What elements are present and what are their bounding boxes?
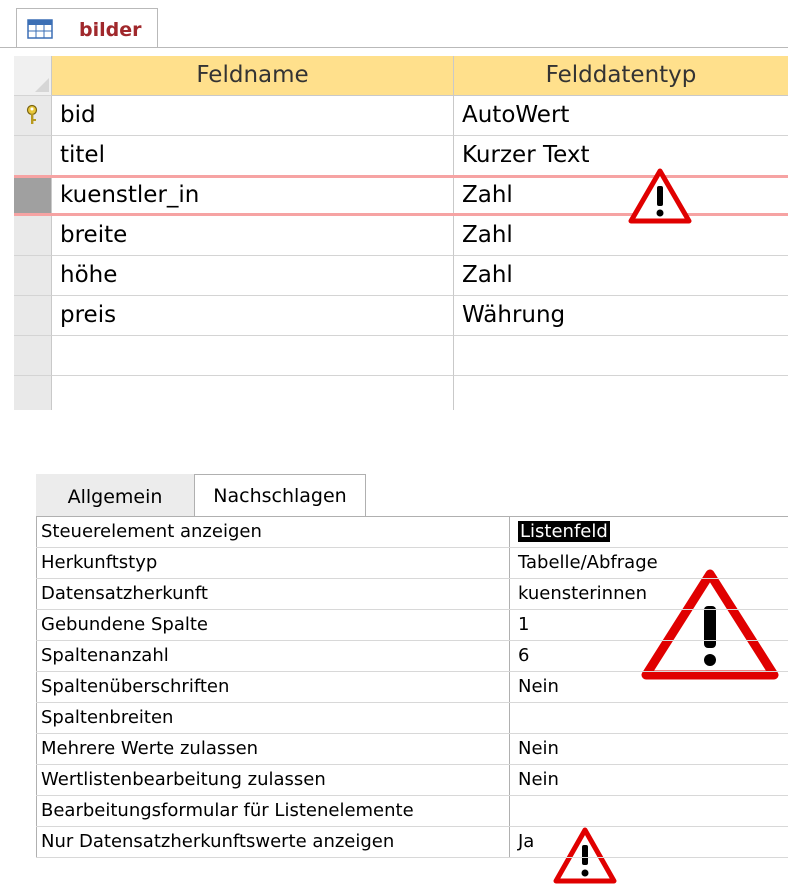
property-sheet: Steuerelement anzeigen Listenfeld Herkun… <box>36 516 788 858</box>
row-selector[interactable] <box>14 376 52 410</box>
row-selector[interactable] <box>14 336 52 376</box>
select-all-corner[interactable] <box>14 56 52 96</box>
data-type-cell[interactable]: Kurzer Text <box>454 136 788 176</box>
property-tabs: Allgemein Nachschlagen <box>36 474 788 516</box>
data-type-cell[interactable]: Zahl <box>454 256 788 296</box>
data-type-cell[interactable] <box>454 376 788 410</box>
property-name: Spaltenüberschriften <box>36 672 510 702</box>
row-selector[interactable] <box>14 256 52 296</box>
document-tab-bilder[interactable]: bilder <box>16 8 158 48</box>
field-name-cell[interactable] <box>52 336 454 376</box>
property-name: Wertlistenbearbeitung zulassen <box>36 765 510 795</box>
property-value[interactable]: 6 <box>510 641 788 671</box>
table-row-empty[interactable] <box>14 376 788 410</box>
tab-allgemein[interactable]: Allgemein <box>36 474 194 516</box>
field-name-cell[interactable]: höhe <box>52 256 454 296</box>
row-selector[interactable] <box>14 136 52 176</box>
property-row[interactable]: Mehrere Werte zulassen Nein <box>36 734 788 765</box>
property-row[interactable]: Spaltenanzahl 6 <box>36 641 788 672</box>
field-name-cell[interactable]: titel <box>52 136 454 176</box>
data-type-cell[interactable] <box>454 336 788 376</box>
table-row[interactable]: bid AutoWert <box>14 96 788 136</box>
property-value[interactable]: Nein <box>510 734 788 764</box>
property-row[interactable]: Steuerelement anzeigen Listenfeld <box>36 517 788 548</box>
row-selector[interactable] <box>14 176 52 216</box>
property-name: Bearbeitungsformular für Listenelemente <box>36 796 510 826</box>
header-field-name: Feldname <box>52 56 454 96</box>
property-value[interactable]: Nein <box>510 672 788 702</box>
property-row[interactable]: Spaltenbreiten <box>36 703 788 734</box>
tab-divider <box>0 47 788 48</box>
document-tab-label: bilder <box>79 19 142 41</box>
warning-icon <box>628 168 692 224</box>
grid-header-row: Feldname Felddatentyp <box>14 56 788 96</box>
field-name-cell[interactable]: breite <box>52 216 454 256</box>
property-name: Herkunftstyp <box>36 548 510 578</box>
property-value[interactable]: Tabelle/Abfrage <box>510 548 788 578</box>
property-row[interactable]: Spaltenüberschriften Nein <box>36 672 788 703</box>
data-type-cell[interactable]: AutoWert <box>454 96 788 136</box>
property-row[interactable]: Nur Datensatzherkunftswerte anzeigen Ja <box>36 827 788 858</box>
field-name-cell[interactable] <box>52 376 454 410</box>
property-name: Mehrere Werte zulassen <box>36 734 510 764</box>
property-value-text[interactable]: Listenfeld <box>518 521 610 542</box>
property-row[interactable]: Bearbeitungsformular für Listenelemente <box>36 796 788 827</box>
property-name: Gebundene Spalte <box>36 610 510 640</box>
property-row[interactable]: Gebundene Spalte 1 <box>36 610 788 641</box>
property-name: Spaltenbreiten <box>36 703 510 733</box>
table-row[interactable]: höhe Zahl <box>14 256 788 296</box>
data-type-cell[interactable]: Währung <box>454 296 788 336</box>
property-value[interactable]: Ja <box>510 827 788 857</box>
property-row[interactable]: Herkunftstyp Tabelle/Abfrage <box>36 548 788 579</box>
row-selector[interactable] <box>14 96 52 136</box>
property-value[interactable]: Nein <box>510 765 788 795</box>
field-name-cell[interactable]: kuenstler_in <box>52 176 454 216</box>
table-design-grid: Feldname Felddatentyp bid AutoWert titel… <box>14 56 788 410</box>
field-name-cell[interactable]: preis <box>52 296 454 336</box>
property-name: Steuerelement anzeigen <box>36 517 510 547</box>
property-value[interactable] <box>510 796 788 826</box>
property-name: Datensatzherkunft <box>36 579 510 609</box>
table-row-empty[interactable] <box>14 336 788 376</box>
property-name: Spaltenanzahl <box>36 641 510 671</box>
property-name: Nur Datensatzherkunftswerte anzeigen <box>36 827 510 857</box>
table-row[interactable]: preis Währung <box>14 296 788 336</box>
table-icon <box>27 19 53 39</box>
data-type-cell[interactable]: Zahl <box>454 176 788 216</box>
property-value[interactable]: kuensterinnen <box>510 579 788 609</box>
row-selector[interactable] <box>14 216 52 256</box>
property-value[interactable]: 1 <box>510 610 788 640</box>
tab-nachschlagen[interactable]: Nachschlagen <box>194 474 366 516</box>
field-name-cell[interactable]: bid <box>52 96 454 136</box>
property-row[interactable]: Datensatzherkunft kuensterinnen <box>36 579 788 610</box>
property-value[interactable]: Listenfeld <box>510 517 788 547</box>
header-data-type: Felddatentyp <box>454 56 788 96</box>
property-value[interactable] <box>510 703 788 733</box>
data-type-cell[interactable]: Zahl <box>454 216 788 256</box>
primary-key-icon <box>26 104 38 124</box>
row-selector[interactable] <box>14 296 52 336</box>
property-row[interactable]: Wertlistenbearbeitung zulassen Nein <box>36 765 788 796</box>
